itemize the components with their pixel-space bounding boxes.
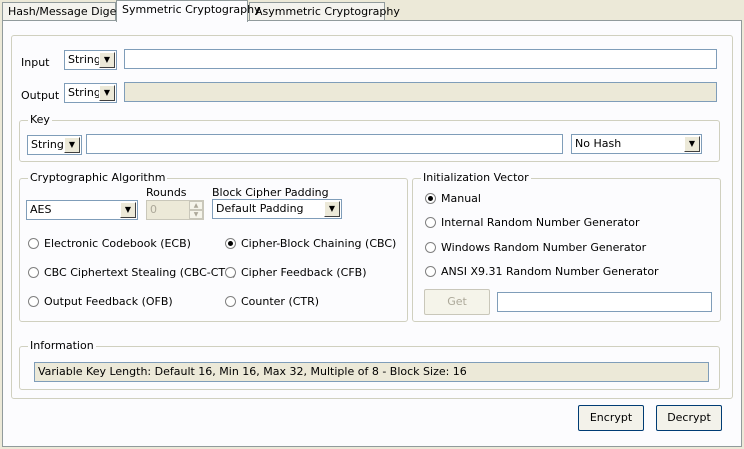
radio-icon (225, 296, 236, 307)
symmetric-panel: Input String ▼ Output String ▼ Key Strin… (2, 20, 742, 447)
radio-selected-icon (225, 238, 236, 249)
chevron-down-icon: ▼ (324, 201, 340, 217)
get-iv-button[interactable]: Get (424, 289, 490, 315)
radio-icon (28, 238, 39, 249)
input-label: Input (21, 56, 50, 69)
chevron-down-icon: ▼ (120, 202, 136, 218)
input-type-select[interactable]: String ▼ (64, 50, 117, 70)
information-group: Information Variable Key Length: Default… (19, 339, 720, 390)
tab-symmetric[interactable]: Symmetric Cryptography (116, 0, 261, 22)
iv-field[interactable] (497, 292, 712, 312)
input-type-value: String (68, 53, 101, 66)
mode-ecb-label: Electronic Codebook (ECB) (44, 237, 191, 250)
key-hash-value: No Hash (575, 137, 622, 150)
padding-select[interactable]: Default Padding ▼ (212, 199, 342, 219)
spin-down-icon[interactable]: ▼ (189, 210, 203, 219)
iv-group: Initialization Vector Manual Internal Ra… (412, 171, 721, 322)
key-legend: Key (28, 113, 52, 127)
iv-legend: Initialization Vector (421, 171, 531, 185)
key-type-select[interactable]: String ▼ (27, 135, 82, 155)
output-type-value: String (68, 86, 101, 99)
spin-up-icon[interactable]: ▲ (189, 201, 203, 210)
mode-ofb-label: Output Feedback (OFB) (44, 295, 173, 308)
radio-icon (425, 217, 436, 228)
iv-windows-rng-label: Windows Random Number Generator (441, 241, 647, 254)
tab-hash-label: Hash/Message Digest (8, 5, 127, 18)
tab-asymmetric[interactable]: Asymmetric Cryptography (249, 2, 400, 20)
iv-ansi-rng-label: ANSI X9.31 Random Number Generator (441, 265, 659, 278)
iv-internal-rng-label: Internal Random Number Generator (441, 216, 640, 229)
key-hash-select[interactable]: No Hash ▼ (571, 134, 702, 154)
radio-selected-icon (425, 193, 436, 204)
tab-symmetric-label: Symmetric Cryptography (122, 3, 261, 16)
algorithm-select[interactable]: AES ▼ (26, 200, 138, 220)
main-group: Input String ▼ Output String ▼ Key Strin… (11, 35, 733, 399)
tab-asymmetric-label: Asymmetric Cryptography (255, 5, 400, 18)
rounds-value: 0 (150, 203, 157, 216)
tab-hash[interactable]: Hash/Message Digest (2, 2, 126, 20)
rounds-label: Rounds (146, 186, 187, 199)
information-legend: Information (28, 339, 96, 353)
chevron-down-icon: ▼ (99, 85, 115, 101)
encrypt-button[interactable]: Encrypt (578, 405, 644, 431)
chevron-down-icon: ▼ (64, 137, 80, 153)
radio-icon (425, 266, 436, 277)
iv-manual-label: Manual (441, 192, 481, 205)
input-field[interactable] (124, 49, 717, 69)
mode-cbc-cts-label: CBC Ciphertext Stealing (CBC-CTS) (44, 266, 237, 279)
decrypt-button[interactable]: Decrypt (656, 405, 722, 431)
radio-icon (28, 296, 39, 307)
radio-icon (425, 242, 436, 253)
padding-label: Block Cipher Padding (212, 186, 329, 199)
output-field[interactable] (124, 82, 717, 102)
key-field[interactable] (86, 134, 563, 154)
chevron-down-icon: ▼ (684, 136, 700, 152)
mode-cbc-label: Cipher-Block Chaining (CBC) (241, 237, 397, 250)
rounds-stepper[interactable]: 0 ▲ ▼ (146, 200, 204, 220)
mode-ctr-label: Counter (CTR) (241, 295, 320, 308)
padding-value: Default Padding (216, 202, 304, 215)
algorithm-legend: Cryptographic Algorithm (28, 171, 168, 185)
algorithm-value: AES (30, 203, 52, 216)
radio-icon (28, 267, 39, 278)
key-type-value: String (31, 138, 64, 151)
algorithm-group: Cryptographic Algorithm AES ▼ Rounds 0 ▲… (19, 171, 408, 322)
key-group: Key String ▼ No Hash ▼ (19, 113, 720, 162)
radio-icon (225, 267, 236, 278)
chevron-down-icon: ▼ (99, 52, 115, 68)
output-type-select[interactable]: String ▼ (64, 83, 117, 103)
information-text: Variable Key Length: Default 16, Min 16,… (34, 362, 709, 382)
mode-cfb-label: Cipher Feedback (CFB) (241, 266, 367, 279)
output-label: Output (21, 89, 60, 102)
